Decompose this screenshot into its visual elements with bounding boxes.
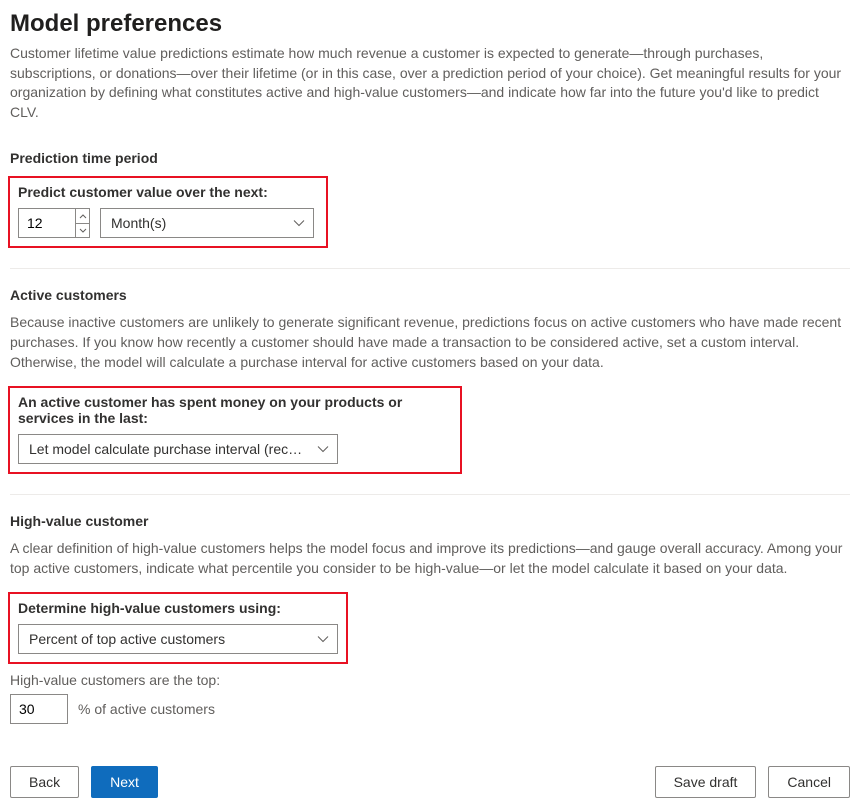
page-description: Customer lifetime value predictions esti… [10, 44, 850, 122]
field-label-predict-value: Predict customer value over the next: [18, 178, 318, 200]
prediction-unit-dropdown[interactable]: Month(s) [100, 208, 314, 238]
section-title-highvalue: High-value customer [10, 513, 850, 529]
chevron-down-icon [317, 635, 329, 643]
prediction-value-spinner[interactable] [18, 208, 90, 238]
save-draft-button[interactable]: Save draft [655, 766, 757, 798]
highlight-active: An active customer has spent money on yo… [8, 386, 462, 474]
footer: Back Next Save draft Cancel [10, 766, 850, 798]
section-prediction-time: Prediction time period Predict customer … [10, 150, 850, 248]
percent-label: High-value customers are the top: [10, 672, 850, 688]
prediction-value-input[interactable] [19, 209, 75, 237]
percent-suffix: % of active customers [78, 701, 215, 717]
section-title-prediction: Prediction time period [10, 150, 850, 166]
highvalue-method-dropdown[interactable]: Percent of top active customers [18, 624, 338, 654]
chevron-down-icon [293, 219, 305, 227]
active-interval-text: Let model calculate purchase interval (r… [29, 441, 309, 457]
cancel-button[interactable]: Cancel [768, 766, 850, 798]
divider [10, 268, 850, 269]
section-title-active: Active customers [10, 287, 850, 303]
percent-value-input[interactable] [10, 694, 68, 724]
spinner-up-icon[interactable] [76, 209, 89, 224]
next-button[interactable]: Next [91, 766, 158, 798]
section-desc-active: Because inactive customers are unlikely … [10, 313, 850, 372]
highlight-highvalue: Determine high-value customers using: Pe… [8, 592, 348, 664]
highvalue-method-text: Percent of top active customers [29, 631, 225, 647]
active-interval-dropdown[interactable]: Let model calculate purchase interval (r… [18, 434, 338, 464]
section-high-value: High-value customer A clear definition o… [10, 513, 850, 724]
spinner-down-icon[interactable] [76, 224, 89, 238]
section-desc-highvalue: A clear definition of high-value custome… [10, 539, 850, 578]
page-title: Model preferences [10, 10, 850, 38]
prediction-unit-text: Month(s) [111, 215, 166, 231]
chevron-down-icon [317, 445, 329, 453]
highlight-prediction: Predict customer value over the next: Mo… [8, 176, 328, 248]
field-label-active: An active customer has spent money on yo… [18, 388, 452, 426]
field-label-highvalue: Determine high-value customers using: [18, 594, 338, 616]
divider [10, 494, 850, 495]
section-active-customers: Active customers Because inactive custom… [10, 287, 850, 474]
back-button[interactable]: Back [10, 766, 79, 798]
